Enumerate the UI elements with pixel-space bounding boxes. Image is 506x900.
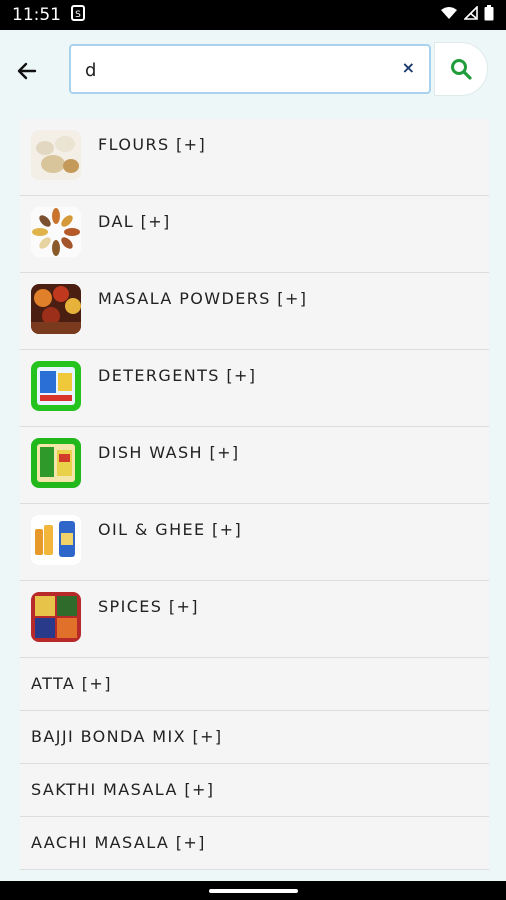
search-icon xyxy=(451,59,472,80)
list-item-oil-ghee[interactable]: OIL & GHEE [+] xyxy=(20,504,489,581)
list-item-dish-wash[interactable]: DISH WASH [+] xyxy=(20,427,489,504)
category-label: SAKTHI MASALA [+] xyxy=(31,780,215,799)
battery-icon xyxy=(484,4,494,26)
list-item-aachi-masala[interactable]: AACHI MASALA [+] xyxy=(20,817,489,870)
category-label: FLOURS [+] xyxy=(98,135,207,154)
category-label: AACHI MASALA [+] xyxy=(31,833,206,852)
signal-icon xyxy=(463,5,478,25)
search-field[interactable]: × xyxy=(69,44,431,94)
list-item-detergents[interactable]: DETERGENTS [+] xyxy=(20,350,489,427)
search-button[interactable] xyxy=(434,42,488,96)
category-label: ATTA [+] xyxy=(31,674,112,693)
dal-image xyxy=(31,207,81,257)
list-item-dal[interactable]: DAL [+] xyxy=(20,196,489,273)
list-item-bajji-bonda-mix[interactable]: BAJJI BONDA MIX [+] xyxy=(20,711,489,764)
arrow-left-icon xyxy=(17,62,37,80)
clear-search-button[interactable]: × xyxy=(402,58,415,77)
category-label: DISH WASH [+] xyxy=(98,443,240,462)
list-item-spices[interactable]: SPICES [+] xyxy=(20,581,489,658)
list-item-flours[interactable]: FLOURS [+] xyxy=(20,119,489,196)
detergent-image xyxy=(31,361,81,411)
system-navigation-bar xyxy=(0,881,506,900)
category-label: MASALA POWDERS [+] xyxy=(98,289,308,308)
home-gesture-handle[interactable] xyxy=(209,889,298,893)
svg-text:S: S xyxy=(75,10,81,20)
list-item-atta[interactable]: ATTA [+] xyxy=(20,658,489,711)
category-label: BAJJI BONDA MIX [+] xyxy=(31,727,223,746)
search-bar: × xyxy=(0,30,506,114)
oil-ghee-image xyxy=(31,515,81,565)
wifi-icon xyxy=(440,5,458,25)
list-item-sakthi-masala[interactable]: SAKTHI MASALA [+] xyxy=(20,764,489,817)
category-list: FLOURS [+] DAL [+] MASALA POWDERS [+] DE… xyxy=(20,119,489,870)
category-label: SPICES [+] xyxy=(98,597,199,616)
back-button[interactable] xyxy=(14,58,40,84)
category-label: OIL & GHEE [+] xyxy=(98,520,243,539)
status-bar: 11:51 S xyxy=(0,0,506,30)
masala-image xyxy=(31,284,81,334)
category-label: DETERGENTS [+] xyxy=(98,366,257,385)
category-label: DAL [+] xyxy=(98,212,171,231)
spices-image xyxy=(31,592,81,642)
list-item-masala-powders[interactable]: MASALA POWDERS [+] xyxy=(20,273,489,350)
flour-image xyxy=(31,130,81,180)
sync-icon: S xyxy=(71,4,85,26)
dishwash-image xyxy=(31,438,81,488)
search-input[interactable] xyxy=(85,56,385,84)
status-time: 11:51 xyxy=(12,5,61,25)
